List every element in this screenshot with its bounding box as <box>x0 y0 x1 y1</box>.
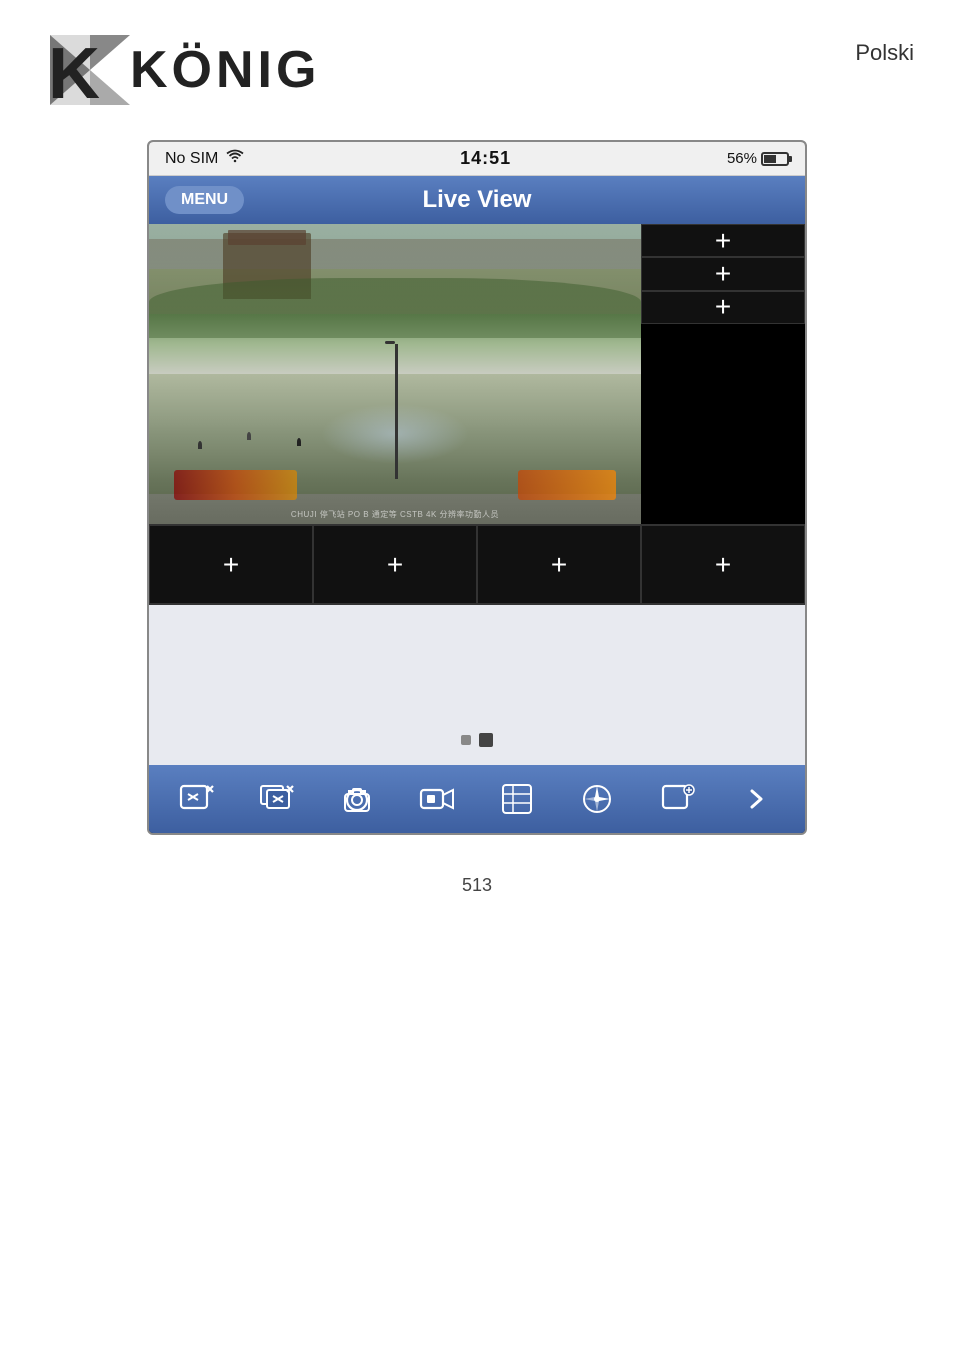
dot-small <box>461 735 471 745</box>
side-cell-3[interactable]: + <box>641 291 805 324</box>
bottom-cell-1[interactable]: + <box>149 525 313 604</box>
side-cells: + + + <box>641 224 805 324</box>
language-label: Polski <box>855 30 914 66</box>
battery-icon <box>761 152 789 166</box>
phone-frame: No SIM 14:51 56% MENU Live View <box>147 140 807 835</box>
add-camera-bottom-4-icon: + <box>715 551 731 579</box>
add-camera-2-icon: + <box>715 260 731 288</box>
camera-grid: CHUJI 停飞站 PO B 通定等 CSTB 4K 分辨率功勤人员 + + + <box>149 224 805 525</box>
alarm-button[interactable] <box>655 777 699 821</box>
main-camera-view[interactable]: CHUJI 停飞站 PO B 通定等 CSTB 4K 分辨率功勤人员 <box>149 224 641 524</box>
side-cell-1[interactable]: + <box>641 224 805 257</box>
bottom-toolbar <box>149 765 805 833</box>
add-camera-bottom-3-icon: + <box>551 551 567 579</box>
delete-all-button[interactable] <box>255 777 299 821</box>
bottom-cell-3[interactable]: + <box>477 525 641 604</box>
battery-pct-label: 56% <box>727 150 757 167</box>
status-left: No SIM <box>165 149 244 168</box>
settings-button[interactable] <box>575 777 619 821</box>
konig-logo-text: KÖNIG <box>130 40 320 100</box>
logo-area: K KÖNIG <box>40 30 320 110</box>
bottom-cell-2[interactable]: + <box>313 525 477 604</box>
info-area <box>149 605 805 765</box>
camera-scene: CHUJI 停飞站 PO B 通定等 CSTB 4K 分辨率功勤人员 <box>149 224 641 524</box>
bottom-cells-row: + + + + <box>149 525 805 605</box>
side-cell-2[interactable]: + <box>641 257 805 290</box>
bottom-cell-4[interactable]: + <box>641 525 805 604</box>
camera-overlay-text: CHUJI 停飞站 PO B 通定等 CSTB 4K 分辨率功勤人员 <box>291 509 499 520</box>
wifi-icon <box>226 149 244 168</box>
nav-title: Live View <box>423 186 532 214</box>
konig-logo-k: K <box>40 30 130 110</box>
record-button[interactable] <box>415 777 459 821</box>
add-camera-bottom-2-icon: + <box>387 551 403 579</box>
page-header: K KÖNIG Polski <box>0 0 954 130</box>
dot-large <box>479 733 493 747</box>
nav-bar: MENU Live View <box>149 176 805 224</box>
no-sim-label: No SIM <box>165 150 218 168</box>
channel-list-button[interactable] <box>495 777 539 821</box>
add-camera-1-icon: + <box>715 227 731 255</box>
more-button[interactable] <box>735 777 779 821</box>
menu-button[interactable]: MENU <box>165 186 244 214</box>
page-number: 513 <box>462 875 492 895</box>
status-right: 56% <box>727 150 789 167</box>
svg-text:K: K <box>48 34 100 110</box>
add-camera-3-icon: + <box>715 293 731 321</box>
status-time: 14:51 <box>460 148 511 169</box>
status-bar: No SIM 14:51 56% <box>149 142 805 176</box>
snapshot-button[interactable] <box>335 777 379 821</box>
add-camera-bottom-1-icon: + <box>223 551 239 579</box>
delete-single-button[interactable] <box>175 777 219 821</box>
page-footer: 513 <box>0 845 954 926</box>
info-dots <box>461 733 493 747</box>
